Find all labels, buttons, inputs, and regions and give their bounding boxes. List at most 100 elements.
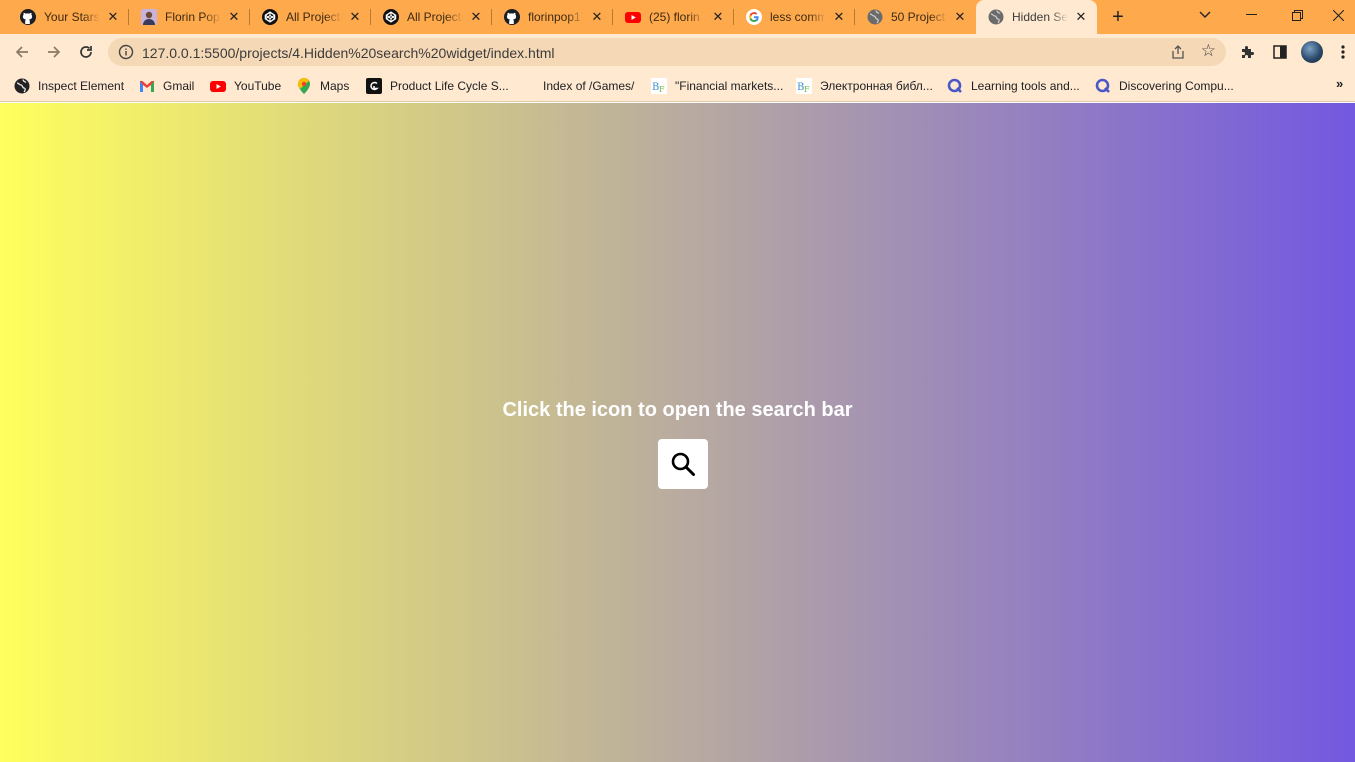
bookmark-discovering-computers[interactable]: Discovering Compu... bbox=[1095, 77, 1234, 95]
close-tab-icon[interactable]: ✕ bbox=[226, 9, 242, 25]
globe-icon bbox=[14, 78, 30, 94]
close-tab-icon[interactable]: ✕ bbox=[952, 9, 968, 25]
more-vertical-icon bbox=[1341, 45, 1345, 59]
youtube-icon bbox=[625, 9, 641, 25]
close-tab-icon[interactable]: ✕ bbox=[1073, 9, 1089, 25]
restore-button[interactable] bbox=[1275, 0, 1319, 30]
tab-hidden-search[interactable]: Hidden Se ✕ bbox=[976, 0, 1097, 34]
minimize-button[interactable] bbox=[1229, 0, 1273, 30]
bf-icon: BF bbox=[796, 78, 812, 94]
bookmark-index-games[interactable]: Index of /Games/ bbox=[543, 77, 634, 95]
codepen-icon bbox=[262, 9, 278, 25]
product-icon bbox=[366, 78, 382, 94]
browser-toolbar: 127.0.0.1:5500/projects/4.Hidden%20searc… bbox=[0, 34, 1355, 70]
tab-google-search[interactable]: less comm ✕ bbox=[734, 0, 855, 34]
bookmark-label: Learning tools and... bbox=[971, 79, 1080, 93]
github-icon bbox=[504, 9, 520, 25]
tab-florinpop-github[interactable]: florinpop17 ✕ bbox=[492, 0, 613, 34]
restore-icon bbox=[1291, 9, 1303, 21]
close-tab-icon[interactable]: ✕ bbox=[589, 9, 605, 25]
tab-title: 50 Projects bbox=[891, 10, 947, 24]
search-icon bbox=[671, 452, 695, 476]
extensions-button[interactable] bbox=[1236, 40, 1260, 64]
side-panel-icon bbox=[1273, 45, 1287, 59]
gmail-icon bbox=[139, 78, 155, 94]
forward-button[interactable] bbox=[40, 38, 68, 66]
bookmark-product-life-cycle[interactable]: Product Life Cycle S... bbox=[366, 77, 509, 95]
reload-icon bbox=[80, 46, 92, 58]
close-icon bbox=[1332, 9, 1344, 21]
tab-title: (25) florin bbox=[649, 10, 700, 24]
github-icon bbox=[20, 9, 36, 25]
close-tab-icon[interactable]: ✕ bbox=[347, 9, 363, 25]
tab-your-stars[interactable]: Your Stars ✕ bbox=[8, 0, 129, 34]
arrow-right-icon bbox=[48, 46, 61, 58]
share-icon[interactable] bbox=[1170, 44, 1186, 60]
profile-photo-icon bbox=[141, 9, 157, 25]
bookmark-label: Index of /Games/ bbox=[543, 79, 635, 93]
tab-title: All Projects bbox=[286, 10, 342, 24]
bookmark-label: Maps bbox=[320, 79, 350, 93]
instruction-heading: Click the icon to open the search bar bbox=[502, 399, 853, 421]
tab-title: florinpop17 bbox=[528, 10, 584, 24]
reload-button[interactable] bbox=[72, 38, 100, 66]
tab-title: Your Stars bbox=[44, 10, 100, 24]
side-panel-button[interactable] bbox=[1268, 40, 1292, 64]
info-icon[interactable] bbox=[118, 44, 134, 60]
address-bar[interactable]: 127.0.0.1:5500/projects/4.Hidden%20searc… bbox=[108, 38, 1226, 66]
tab-title: All Projects bbox=[407, 10, 463, 24]
url-text: 127.0.0.1:5500/projects/4.Hidden%20searc… bbox=[142, 45, 555, 61]
svg-text:F: F bbox=[659, 85, 665, 94]
tab-all-projects-2[interactable]: All Projects ✕ bbox=[371, 0, 492, 34]
tab-50-projects[interactable]: 50 Projects ✕ bbox=[855, 0, 976, 34]
google-icon bbox=[746, 9, 762, 25]
tab-title: Florin Pop bbox=[165, 10, 220, 24]
tab-title: less comm bbox=[770, 10, 826, 24]
q-icon bbox=[947, 78, 963, 94]
bookmark-youtube[interactable]: YouTube bbox=[210, 77, 281, 95]
globe-icon bbox=[867, 9, 883, 25]
arrow-left-icon bbox=[15, 46, 28, 58]
close-tab-icon[interactable]: ✕ bbox=[710, 9, 726, 25]
bookmark-financial-markets[interactable]: BF "Financial markets... bbox=[651, 77, 783, 95]
back-button[interactable] bbox=[8, 38, 36, 66]
close-window-button[interactable] bbox=[1321, 0, 1355, 30]
bookmark-star-icon[interactable]: ☆ bbox=[1201, 42, 1216, 60]
maps-icon bbox=[296, 78, 312, 94]
bookmark-label: Discovering Compu... bbox=[1119, 79, 1234, 93]
q-icon bbox=[1095, 78, 1111, 94]
codepen-icon bbox=[383, 9, 399, 25]
page-content: Click the icon to open the search bar bbox=[0, 103, 1355, 762]
puzzle-icon bbox=[1242, 46, 1254, 58]
close-tab-icon[interactable]: ✕ bbox=[831, 9, 847, 25]
bookmark-inspect-element[interactable]: Inspect Element bbox=[14, 77, 124, 95]
tab-youtube[interactable]: (25) florin ✕ bbox=[613, 0, 734, 34]
bookmark-label: Product Life Cycle S... bbox=[390, 79, 509, 93]
new-tab-button[interactable]: + bbox=[1106, 5, 1130, 29]
bookmark-maps[interactable]: Maps bbox=[296, 77, 349, 95]
search-toggle-button[interactable] bbox=[658, 439, 708, 489]
tab-strip: Your Stars ✕ Florin Pop ✕ All Projects ✕… bbox=[0, 0, 1355, 34]
bookmark-gmail[interactable]: Gmail bbox=[139, 77, 194, 95]
profile-avatar[interactable] bbox=[1301, 41, 1323, 63]
bookmark-label: Gmail bbox=[163, 79, 195, 93]
bookmarks-overflow-icon[interactable]: » bbox=[1336, 76, 1343, 91]
bookmark-electronic-library[interactable]: BF Электронная библ... bbox=[796, 77, 933, 95]
svg-text:F: F bbox=[804, 85, 810, 94]
bookmark-label: "Financial markets... bbox=[675, 79, 784, 93]
minimize-icon bbox=[1245, 14, 1257, 15]
close-tab-icon[interactable]: ✕ bbox=[468, 9, 484, 25]
tab-title: Hidden Se bbox=[1012, 10, 1068, 24]
bookmark-label: Inspect Element bbox=[38, 79, 125, 93]
bookmarks-bar: Inspect Element Gmail YouTube Maps Produ… bbox=[0, 70, 1355, 102]
tab-all-projects-1[interactable]: All Projects ✕ bbox=[250, 0, 371, 34]
tab-florin-pop[interactable]: Florin Pop ✕ bbox=[129, 0, 250, 34]
globe-icon bbox=[988, 9, 1004, 25]
close-tab-icon[interactable]: ✕ bbox=[105, 9, 121, 25]
bf-icon: BF bbox=[651, 78, 667, 94]
tab-search-button[interactable] bbox=[1183, 0, 1227, 30]
bookmark-label: YouTube bbox=[234, 79, 282, 93]
chevron-down-icon bbox=[1199, 11, 1211, 18]
menu-button[interactable] bbox=[1333, 40, 1353, 64]
bookmark-learning-tools[interactable]: Learning tools and... bbox=[947, 77, 1080, 95]
